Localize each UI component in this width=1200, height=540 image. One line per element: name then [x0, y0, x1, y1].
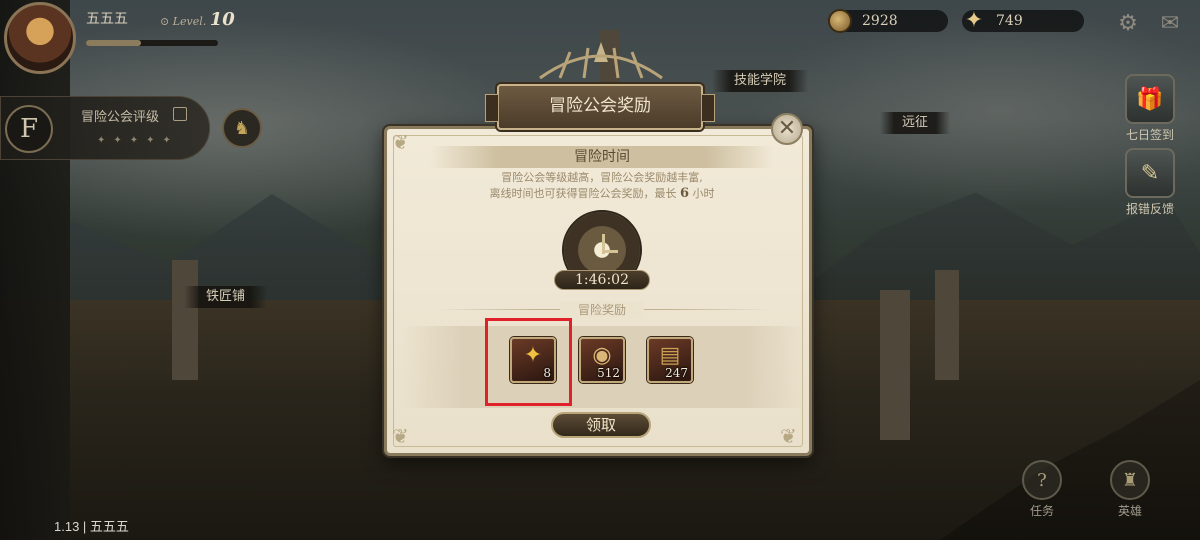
- description-line-1: 冒险公会等级越高，冒险公会奖励越丰富,: [501, 171, 703, 184]
- heroes-label: 英雄: [1117, 504, 1142, 518]
- player-avatar[interactable]: [4, 2, 76, 74]
- xp-bar: [86, 40, 218, 46]
- section-title: 冒险时间: [430, 146, 774, 168]
- gem-icon: ✦: [964, 8, 984, 33]
- banner-crest-ornament-icon: [539, 42, 663, 80]
- seven-day-checkin-button[interactable]: 🎁 七日签到: [1118, 74, 1182, 143]
- coin-icon: [828, 9, 852, 33]
- close-button[interactable]: ✕: [771, 113, 803, 145]
- dialog-title: 冒险公会奖励: [485, 84, 715, 130]
- coin-value: 2928: [862, 13, 898, 29]
- bug-report-label: 报错反馈: [1125, 202, 1174, 216]
- elapsed-timer: 1:46:02: [554, 270, 650, 290]
- rewards-label: 冒险奖励: [560, 301, 644, 318]
- heroes-button[interactable]: ♜ 英雄: [1100, 460, 1160, 519]
- feedback-icon: ✎: [1125, 148, 1175, 198]
- description-line-2-suffix: 小时: [692, 187, 715, 200]
- gem-counter[interactable]: ✦ 749: [962, 10, 1084, 32]
- coin-icon: ◉: [592, 343, 612, 368]
- guild-rank-badge: F: [5, 105, 53, 153]
- player-level: ⊙ Level. 10: [160, 9, 235, 30]
- claim-button[interactable]: 领取: [551, 412, 651, 438]
- tasks-label: 任务: [1029, 504, 1054, 518]
- guild-rating-label: 冒险公会评级: [81, 110, 160, 125]
- level-prefix: Level.: [172, 15, 207, 28]
- map-label-blacksmith[interactable]: 铁匠铺: [184, 286, 268, 308]
- level-value: 10: [209, 9, 235, 30]
- highlight-box: [485, 318, 572, 406]
- coin-counter[interactable]: 2928: [828, 9, 948, 33]
- version-text: 1.13 | 五五五: [54, 519, 129, 534]
- reward-count: 247: [665, 366, 688, 380]
- gift-icon: 🎁: [1125, 74, 1175, 124]
- settings-gear-icon[interactable]: ⚙: [1113, 8, 1143, 38]
- quest-icon: ?: [1022, 460, 1062, 500]
- tasks-button[interactable]: ? 任务: [1012, 460, 1072, 519]
- helmet-icon: ♜: [1110, 460, 1150, 500]
- seven-day-checkin-label: 七日签到: [1125, 128, 1174, 142]
- level-icon: ⊙: [160, 15, 170, 28]
- guild-info-icon: [173, 107, 187, 121]
- player-name: 五五五: [86, 11, 128, 27]
- reward-count: 512: [597, 366, 620, 380]
- corner-ornament-icon: ❦: [780, 424, 797, 448]
- reward-item-book[interactable]: ▤ 247: [647, 337, 693, 383]
- corner-ornament-icon: ❦: [392, 424, 409, 448]
- guild-shop-icon[interactable]: ♞: [222, 108, 262, 148]
- bug-report-button[interactable]: ✎ 报错反馈: [1118, 148, 1182, 217]
- reward-item-coin[interactable]: ◉ 512: [579, 337, 625, 383]
- corner-ornament-icon: ❦: [392, 130, 409, 154]
- map-label-expedition[interactable]: 远征: [880, 112, 951, 134]
- map-label-skill-academy[interactable]: 技能学院: [712, 70, 809, 92]
- guild-stars: ✦✦✦✦✦: [97, 135, 179, 146]
- mail-icon[interactable]: ✉: [1155, 8, 1185, 38]
- gem-value: 749: [996, 13, 1023, 29]
- description-line-2: 离线时间也可获得冒险公会奖励，最长 6 小时: [430, 186, 774, 202]
- description: 冒险公会等级越高，冒险公会奖励越丰富, 离线时间也可获得冒险公会奖励，最长 6 …: [430, 170, 774, 202]
- description-line-2-prefix: 离线时间也可获得冒险公会奖励，最长: [489, 187, 677, 200]
- close-icon: ✕: [777, 116, 797, 141]
- max-hours-value: 6: [679, 186, 690, 201]
- guild-rating-panel[interactable]: F 冒险公会评级 ✦✦✦✦✦: [0, 96, 210, 160]
- book-icon: ▤: [659, 343, 681, 368]
